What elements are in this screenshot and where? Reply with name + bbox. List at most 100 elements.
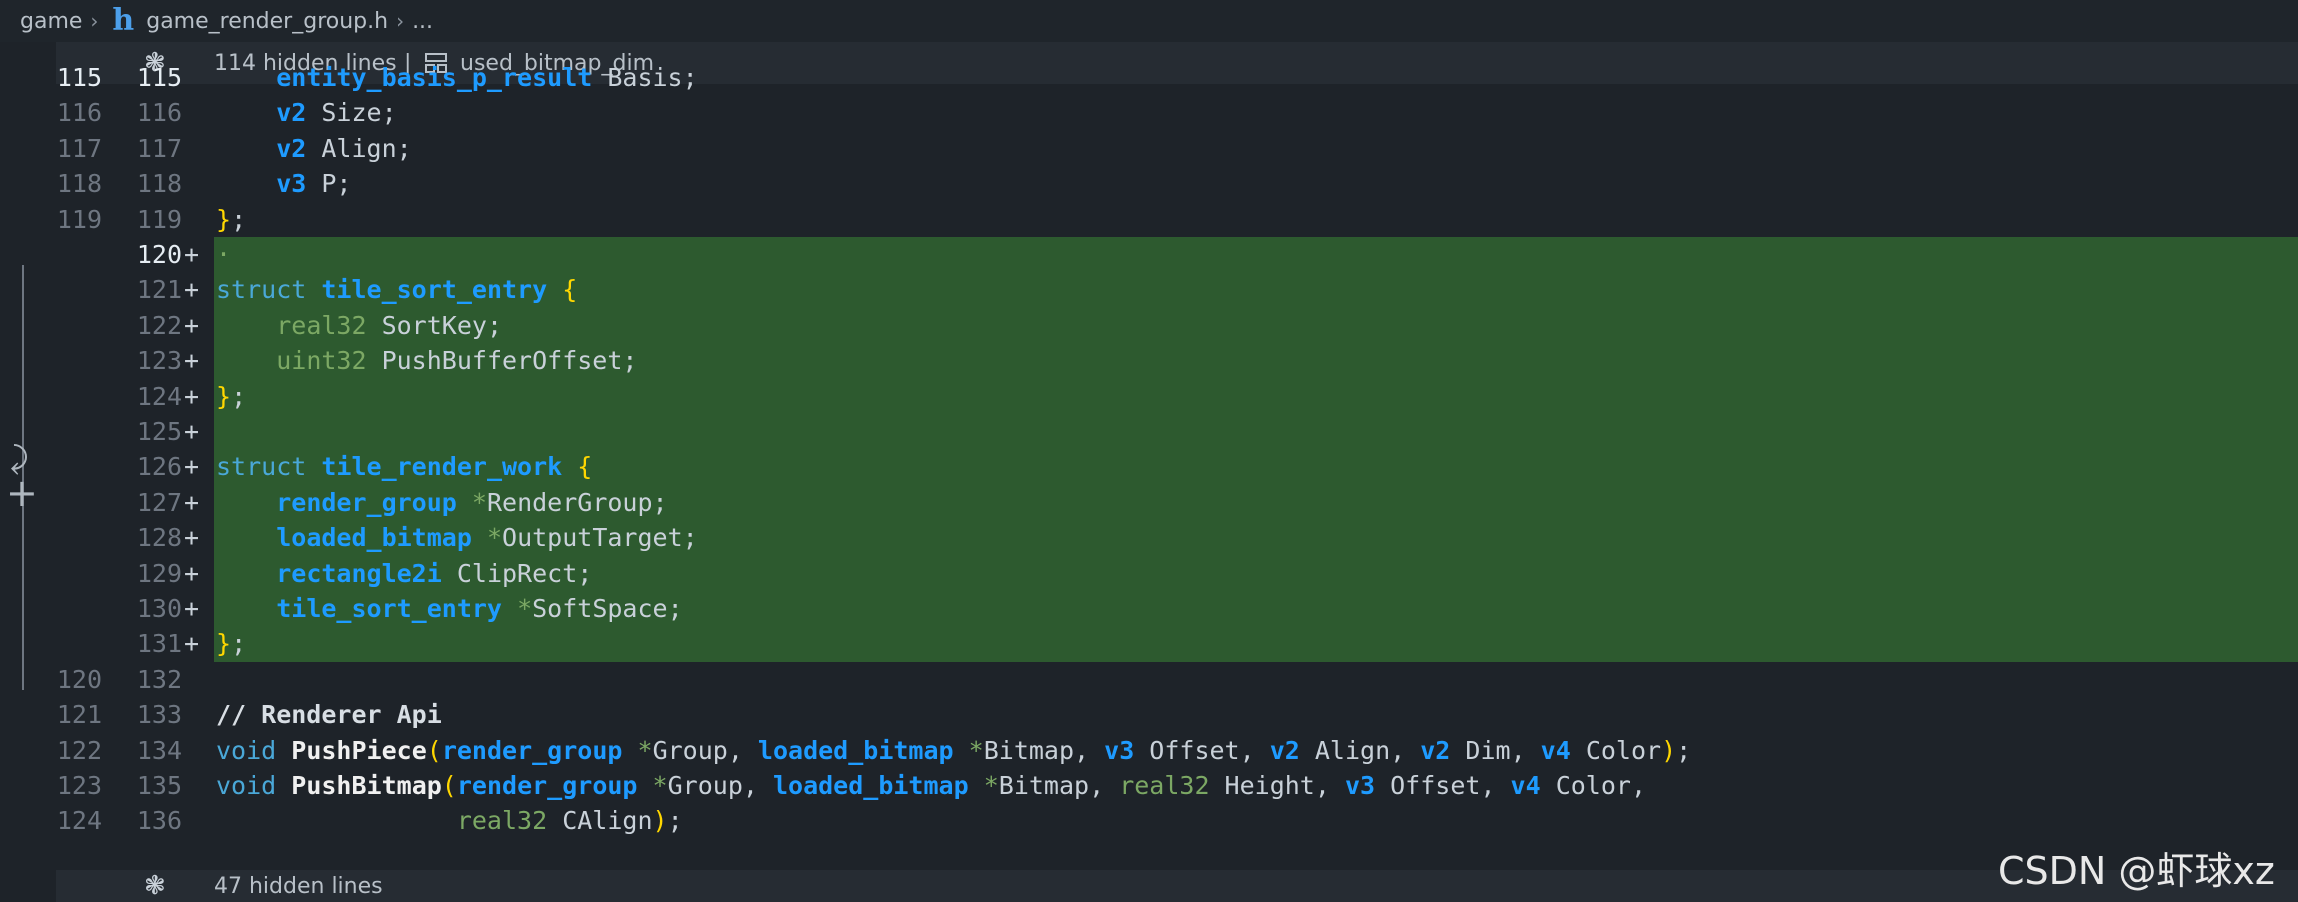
code-line[interactable]: 126 + struct tile_render_work {	[56, 449, 2298, 485]
code-line[interactable]: 131 +};	[56, 626, 2298, 662]
code-text[interactable]: void PushBitmap(render_group *Group, loa…	[216, 768, 1646, 803]
code-text[interactable]: entity_basis_p_result Basis;	[216, 60, 697, 95]
code-text[interactable]: };	[216, 379, 246, 414]
code-text[interactable]: };	[216, 626, 246, 661]
code-token: }	[216, 629, 232, 659]
added-line-plus-icon: +	[184, 594, 200, 623]
code-token: tile_sort_entry	[276, 594, 502, 623]
hidden-lines-bottom[interactable]: ❃ 47 hidden lines	[56, 870, 2298, 902]
code-token: *	[486, 523, 503, 553]
code-text[interactable]: render_group *RenderGroup;	[216, 485, 667, 520]
code-token: render_group	[276, 487, 457, 517]
code-editor[interactable]: 115 115 entity_basis_p_result Basis; 116 11…	[56, 60, 2298, 839]
code-text[interactable]: ·	[216, 237, 231, 272]
breadcrumb-ellipsis[interactable]: ...	[412, 9, 433, 34]
code-line[interactable]: 119 119};	[56, 202, 2298, 237]
code-line[interactable]: 124 +};	[56, 378, 2298, 414]
code-token: Dim,	[1450, 735, 1541, 765]
stage-plus-icon[interactable]: +	[6, 474, 38, 512]
breadcrumb-root[interactable]: game	[20, 9, 82, 34]
code-token: PushBufferOffset;	[366, 346, 638, 376]
code-text[interactable]: struct tile_sort_entry {	[216, 272, 577, 307]
code-token: ;	[1676, 735, 1692, 765]
code-line[interactable]: 123 135 void PushBitmap(render_group *Grou…	[56, 768, 2298, 803]
code-line[interactable]: 124 136 real32 CAlign);	[56, 803, 2298, 838]
code-text[interactable]: void PushPiece(render_group *Group, load…	[216, 733, 1691, 768]
code-text[interactable]: rectangle2i ClipRect;	[216, 556, 592, 591]
code-line[interactable]: 118 118 v3 P;	[56, 166, 2298, 201]
code-text[interactable]: loaded_bitmap *OutputTarget;	[216, 520, 698, 555]
code-token: *	[637, 735, 653, 765]
code-token: loaded_bitmap	[757, 735, 954, 765]
chevron-right-icon: ›	[396, 9, 405, 33]
new-line-number: 125	[136, 417, 182, 446]
code-line[interactable]: 120 132	[56, 662, 2298, 697]
code-text[interactable]: struct tile_render_work {	[216, 449, 592, 484]
watermark: CSDN @虾球xz	[1998, 849, 2275, 893]
code-token: void	[216, 735, 277, 765]
code-token: void	[216, 771, 277, 800]
code-line[interactable]: 127 + render_group *RenderGroup;	[56, 484, 2298, 521]
code-text[interactable]: uint32 PushBufferOffset;	[216, 343, 637, 378]
code-token: v3	[1104, 735, 1135, 765]
code-token: v4	[1510, 771, 1541, 800]
code-text[interactable]: tile_sort_entry *SoftSpace;	[216, 591, 682, 626]
code-token: (	[441, 771, 457, 800]
code-text[interactable]: real32 SortKey;	[216, 308, 502, 343]
line-background	[214, 237, 2298, 273]
breadcrumb-file[interactable]: game_render_group.h	[146, 9, 388, 34]
code-line[interactable]: 129 + rectangle2i ClipRect;	[56, 555, 2298, 591]
code-token: ;	[667, 806, 683, 836]
code-line[interactable]: 115 115 entity_basis_p_result Basis;	[56, 60, 2298, 95]
code-text[interactable]: };	[216, 202, 246, 237]
old-line-number: 115	[56, 63, 102, 92]
added-line-plus-icon: +	[184, 240, 200, 269]
code-token: tile_render_work	[321, 452, 563, 482]
line-background	[214, 95, 2298, 130]
code-token: render_group	[456, 771, 638, 800]
code-line[interactable]: 128 + loaded_bitmap *OutputTarget;	[56, 520, 2298, 556]
code-token: OutputTarget;	[502, 523, 698, 553]
code-token: Height,	[1209, 771, 1345, 800]
code-token: Group,	[652, 735, 758, 765]
added-line-plus-icon: +	[184, 558, 200, 588]
code-line[interactable]: 117 117 v2 Align;	[56, 131, 2298, 166]
code-text[interactable]: v3 P;	[216, 166, 351, 201]
new-line-number: 129	[136, 558, 182, 588]
code-text[interactable]: real32 CAlign);	[216, 803, 683, 838]
code-line[interactable]: 122 134 void PushPiece(render_group *Group…	[56, 733, 2298, 768]
code-text[interactable]: // Renderer Api	[216, 697, 442, 732]
code-text[interactable]: v2 Align;	[216, 131, 411, 166]
code-line[interactable]: 116 116 v2 Size;	[56, 95, 2298, 130]
code-line[interactable]: 121 + struct tile_sort_entry {	[56, 272, 2298, 308]
unfold-icon[interactable]: ❃	[144, 871, 166, 901]
code-line[interactable]: 121 133 // Renderer Api	[56, 697, 2298, 732]
code-token: v2	[1269, 735, 1300, 765]
old-line-number: 116	[56, 98, 102, 128]
code-line[interactable]: 123 + uint32 PushBufferOffset;	[56, 343, 2298, 379]
added-line-plus-icon: +	[184, 487, 200, 517]
new-line-number: 131	[136, 629, 182, 659]
code-token: ;	[231, 204, 247, 234]
code-line[interactable]: 122 + real32 SortKey;	[56, 307, 2298, 344]
revert-icon[interactable]: ⤸	[10, 444, 28, 474]
code-token: v2	[1420, 735, 1451, 765]
code-token: )	[1661, 735, 1677, 765]
code-line[interactable]: 120 + ·	[56, 237, 2298, 273]
code-token: v2	[276, 133, 307, 163]
code-line[interactable]: 130 + tile_sort_entry *SoftSpace;	[56, 591, 2298, 627]
code-token: )	[652, 806, 668, 836]
line-background	[214, 662, 2298, 697]
code-token: entity_basis_p_result	[276, 63, 593, 92]
code-token: ClipRect;	[441, 558, 593, 588]
code-text[interactable]: v2 Size;	[216, 95, 396, 130]
new-line-number: 121	[136, 275, 182, 305]
code-line[interactable]: 125 +	[56, 414, 2298, 450]
